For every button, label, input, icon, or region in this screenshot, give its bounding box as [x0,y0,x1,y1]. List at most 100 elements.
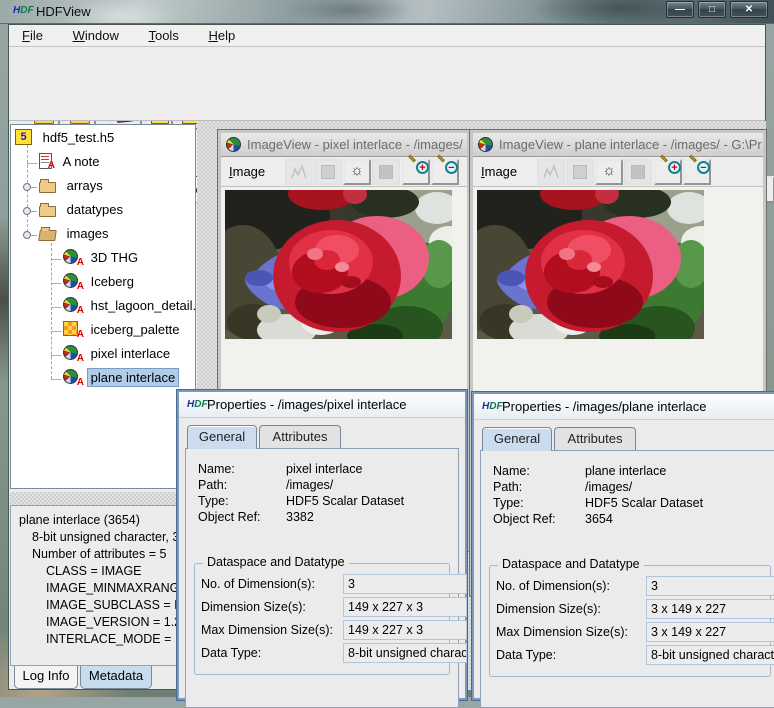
tab-log-info[interactable]: Log Info [14,666,78,689]
max-dimension-size-field[interactable]: 149 x 227 x 3 [343,620,467,640]
palette-icon [321,165,335,179]
minimize-button[interactable]: — [666,1,694,18]
brightness-button[interactable]: ☼ [595,159,623,185]
name-label: Name: [493,463,585,479]
data-type-field[interactable]: 8-bit unsigned character [646,645,774,665]
zoom-out-icon: − [445,161,458,174]
path-value: /images/ [585,480,632,494]
screen: { "window": { "logo": "HDF", "title": "H… [0,0,774,697]
toolbar: ↷ ↑ ? 4 5 [9,47,765,86]
main-titlebar: HDF HDFView — □ ✕ [0,0,774,24]
tree-item-iceberg-palette[interactable]: A iceberg_palette [63,321,183,341]
name-label: Name: [198,461,286,477]
contrast-button[interactable] [372,159,400,185]
tree-item-a-note[interactable]: A A note [39,153,103,173]
properties-titlebar[interactable]: HDF Properties - /images/plane interlace [474,394,774,420]
image-icon [63,345,78,360]
palette-button[interactable] [566,159,594,185]
imageview-toolbar: Image ☼ + − [473,158,763,187]
num-dimensions-field[interactable]: 3 [646,576,774,596]
zoom-in-button[interactable]: + [402,159,430,185]
image-menu[interactable]: Image [229,164,265,179]
max-dimension-size-field[interactable]: 3 x 149 x 227 [646,622,774,642]
zoom-in-button[interactable]: + [654,159,682,185]
properties-dialog-pixel-interlace: HDF Properties - /images/pixel interlace… [177,390,467,700]
zoom-in-icon: + [668,161,681,174]
menubar: File Window Tools Help [9,25,765,47]
imageview-titlebar[interactable]: ImageView - plane interlace - /images/ -… [473,133,763,157]
tree-connector [51,243,52,379]
palette-button[interactable] [314,159,342,185]
objref-value: 3654 [585,512,613,526]
maximize-button[interactable]: □ [698,1,726,18]
image-icon [63,249,78,264]
num-dimensions-field[interactable]: 3 [343,574,467,594]
type-label: Type: [198,493,286,509]
properties-titlebar[interactable]: HDF Properties - /images/pixel interlace [179,392,465,418]
imageview-titlebar[interactable]: ImageView - pixel interlace - /images/ - [221,133,467,157]
tree-connector [27,145,28,237]
tree-item-plane-interlace[interactable]: A plane interlace [63,369,178,389]
path-label: Path: [493,479,585,495]
histogram-button[interactable] [285,159,313,185]
tree-item-images[interactable]: images [39,225,112,245]
name-value: plane interlace [585,464,666,478]
menu-help[interactable]: Help [195,25,248,47]
hdf-logo-icon: HDF [13,5,34,16]
general-tab-panel: Name:plane interlace Path:/images/ Type:… [480,450,774,708]
menu-file[interactable]: File [9,25,56,47]
expand-handle-arrays[interactable] [23,183,31,191]
tree-item-datatypes[interactable]: datatypes [39,201,126,221]
tree-connector [51,355,61,356]
properties-title: Properties - /images/pixel interlace [207,397,406,412]
tree-connector [51,331,61,332]
tab-general[interactable]: General [482,427,552,451]
hdf-logo-icon: HDF [187,399,208,410]
recent-files-bar: Recent Files ▼ Clear Text [9,86,765,121]
tab-attributes[interactable]: Attributes [554,427,636,451]
file-tree-panel: 5 hdf5_test.h5 A A note arrays datatypes… [10,124,196,489]
tree-info-splitter[interactable] [10,492,196,505]
dimension-size-field[interactable]: 3 x 149 x 227 [646,599,774,619]
group-title: Dataspace and Datatype [203,555,349,569]
note-icon: A [39,153,52,169]
data-type-field[interactable]: 8-bit unsigned character [343,643,467,663]
collapse-handle-images[interactable] [23,231,31,239]
close-button[interactable]: ✕ [730,1,768,18]
rose-image [225,190,452,339]
tree-item-3d-thg[interactable]: A 3D THG [63,249,141,269]
tree-item-hst-lagoon[interactable]: A hst_lagoon_detail.jpg [63,297,196,317]
properties-title: Properties - /images/plane interlace [502,399,707,414]
contrast-icon [631,165,645,179]
contrast-button[interactable] [624,159,652,185]
imageview-icon [226,137,241,152]
tab-general[interactable]: General [187,425,257,449]
imageview-title: ImageView - plane interlace - /images/ -… [499,137,762,152]
dimension-size-field[interactable]: 149 x 227 x 3 [343,597,467,617]
expand-handle-datatypes[interactable] [23,207,31,215]
tree-root-hdf5-test[interactable]: 5 hdf5_test.h5 [15,129,117,149]
type-label: Type: [493,495,585,511]
zoom-out-button[interactable]: − [431,159,459,185]
image-icon [63,297,78,312]
zoom-out-button[interactable]: − [683,159,711,185]
tree-connector [27,163,37,164]
brightness-button[interactable]: ☼ [343,159,371,185]
image-icon [63,369,78,384]
tree-item-arrays[interactable]: arrays [39,177,106,197]
tab-metadata[interactable]: Metadata [80,666,152,689]
image-menu[interactable]: Image [481,164,517,179]
tree-item-pixel-interlace[interactable]: A pixel interlace [63,345,173,365]
sun-icon: ☼ [602,162,616,179]
path-value: /images/ [286,478,333,492]
tree-connector [51,283,61,284]
histogram-button[interactable] [537,159,565,185]
tree-connector [51,379,61,380]
objref-label: Object Ref: [493,511,585,527]
menu-window[interactable]: Window [60,25,132,47]
tab-attributes[interactable]: Attributes [259,425,341,449]
tree-item-iceberg[interactable]: A Iceberg [63,273,137,293]
palette-icon [63,321,78,336]
menu-tools[interactable]: Tools [135,25,191,47]
general-tab-panel: Name:pixel interlace Path:/images/ Type:… [185,448,459,708]
